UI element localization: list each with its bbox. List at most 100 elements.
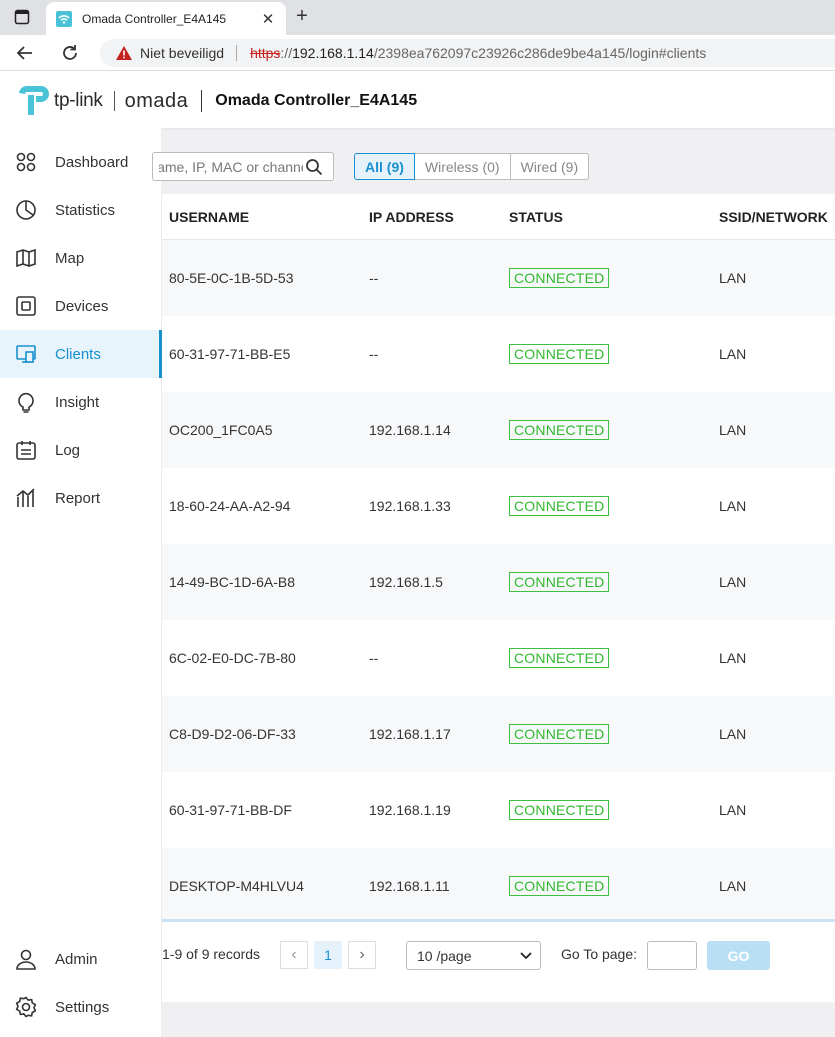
sidebar-item-admin[interactable]: Admin: [0, 935, 162, 983]
cell-username[interactable]: DESKTOP-M4HLVU4: [169, 878, 304, 894]
cell-ip: 192.168.1.5: [369, 574, 443, 590]
sidebar-item-report[interactable]: Report: [0, 474, 162, 522]
sidebar: Dashboard Statistics Map Devices Clients…: [0, 128, 162, 1037]
map-icon: [16, 248, 36, 268]
cell-username[interactable]: 14-49-BC-1D-6A-B8: [169, 574, 295, 590]
security-label[interactable]: Niet beveiligd: [140, 45, 224, 61]
sidebar-item-map[interactable]: Map: [0, 234, 162, 282]
device-icon: [16, 296, 36, 316]
warning-icon[interactable]: [115, 45, 133, 61]
close-tab-icon[interactable]: ✕: [260, 10, 276, 28]
dashboard-icon: [16, 152, 36, 172]
clients-toolbar: All (9) Wireless (0) Wired (9): [152, 128, 835, 194]
page-size-value: 10 /page: [417, 947, 472, 964]
filter-wired[interactable]: Wired (9): [510, 153, 590, 180]
cell-username[interactable]: 6C-02-E0-DC-7B-80: [169, 650, 296, 666]
status-badge: CONNECTED: [509, 496, 610, 516]
cell-ip: 192.168.1.14: [369, 422, 451, 438]
cell-status: CONNECTED: [509, 876, 610, 896]
gear-icon: [15, 996, 37, 1018]
cell-username[interactable]: C8-D9-D2-06-DF-33: [169, 726, 296, 742]
cell-ip: --: [369, 270, 379, 286]
url-scheme: https: [250, 45, 281, 61]
header-divider: [201, 90, 203, 112]
page-size-select[interactable]: 10 /page: [406, 941, 541, 970]
column-header-ip[interactable]: IP ADDRESS: [369, 209, 454, 225]
tp-link-logo-icon: [19, 85, 49, 115]
previous-page-button[interactable]: ‹: [280, 941, 308, 969]
cell-status: CONNECTED: [509, 420, 610, 440]
sidebar-item-label: Admin: [55, 950, 98, 968]
sidebar-item-statistics[interactable]: Statistics: [0, 186, 162, 234]
table-row[interactable]: 6C-02-E0-DC-7B-80 -- CONNECTED LAN: [162, 620, 835, 696]
sidebar-item-settings[interactable]: Settings: [0, 983, 162, 1031]
table-row[interactable]: 60-31-97-71-BB-E5 -- CONNECTED LAN: [162, 316, 835, 392]
cell-status: CONNECTED: [509, 572, 610, 592]
cell-ip: 192.168.1.19: [369, 802, 451, 818]
url-field[interactable]: Niet beveiligd https :// 192.168.1.14 /2…: [100, 39, 835, 67]
sidebar-item-label: Settings: [55, 998, 110, 1016]
cell-username[interactable]: 60-31-97-71-BB-DF: [169, 802, 292, 818]
cell-network: LAN: [719, 270, 747, 286]
clients-icon: [16, 345, 36, 363]
url-scheme-sep: ://: [280, 45, 293, 61]
cell-network: LAN: [719, 422, 747, 438]
table-row[interactable]: 14-49-BC-1D-6A-B8 192.168.1.5 CONNECTED LAN: [162, 544, 835, 620]
goto-page-label: Go To page:: [561, 946, 638, 962]
new-tab-icon[interactable]: +: [291, 6, 313, 28]
sidebar-item-dashboard[interactable]: Dashboard: [0, 138, 162, 186]
cell-username[interactable]: 80-5E-0C-1B-5D-53: [169, 270, 294, 286]
user-icon: [16, 949, 36, 970]
browser-tab[interactable]: Omada Controller_E4A145 ✕: [46, 2, 286, 35]
cell-ip: --: [369, 650, 379, 666]
cell-ip: 192.168.1.17: [369, 726, 451, 742]
sidebar-item-label: Dashboard: [55, 153, 129, 171]
browser-tab-bar: Omada Controller_E4A145 ✕ +: [0, 0, 835, 35]
wifi-favicon-icon: [56, 10, 72, 27]
table-row[interactable]: C8-D9-D2-06-DF-33 192.168.1.17 CONNECTED LA…: [162, 696, 835, 772]
cell-username[interactable]: 18-60-24-AA-A2-94: [169, 498, 290, 514]
search-icon[interactable]: [305, 158, 323, 176]
sidebar-item-label: Report: [55, 489, 101, 507]
url-path: /2398ea762097c23926c286de9be4a145/login#…: [373, 45, 707, 61]
reload-icon[interactable]: [59, 42, 81, 64]
clients-table: USERNAME IP ADDRESS STATUS SSID/NETWORK …: [162, 194, 835, 924]
cell-username[interactable]: 60-31-97-71-BB-E5: [169, 346, 290, 362]
status-badge: CONNECTED: [509, 344, 610, 364]
sidebar-item-label: Clients: [55, 345, 101, 363]
controller-name: Omada Controller_E4A145: [215, 92, 418, 109]
record-count: 1-9 of 9 records: [162, 946, 261, 962]
column-header-status[interactable]: STATUS: [509, 209, 563, 225]
filter-wireless[interactable]: Wireless (0): [414, 153, 511, 180]
filter-all[interactable]: All (9): [354, 153, 415, 180]
logo-divider: [113, 91, 115, 111]
sidebar-item-log[interactable]: Log: [0, 426, 162, 474]
next-page-button[interactable]: ›: [348, 941, 376, 969]
table-row[interactable]: 18-60-24-AA-A2-94 192.168.1.33 CONNECTED LA…: [162, 468, 835, 544]
table-row[interactable]: OC200_1FC0A5 192.168.1.14 CONNECTED LAN: [162, 392, 835, 468]
tab-actions-icon[interactable]: [14, 9, 30, 25]
status-badge: CONNECTED: [509, 724, 610, 744]
page-button-current[interactable]: 1: [314, 941, 342, 969]
app-header: tp-link omada Omada Controller_E4A145: [0, 71, 835, 128]
go-button[interactable]: GO: [707, 941, 770, 970]
column-header-username[interactable]: USERNAME: [169, 209, 249, 225]
sidebar-item-label: Map: [55, 249, 85, 267]
cell-username[interactable]: OC200_1FC0A5: [169, 422, 273, 438]
sidebar-item-devices[interactable]: Devices: [0, 282, 162, 330]
table-row[interactable]: DESKTOP-M4HLVU4 192.168.1.11 CONNECTED LAN: [162, 848, 835, 924]
table-row[interactable]: 80-5E-0C-1B-5D-53 -- CONNECTED LAN: [162, 240, 835, 316]
status-badge: CONNECTED: [509, 648, 610, 668]
table-row[interactable]: 60-31-97-71-BB-DF 192.168.1.19 CONNECTED LA…: [162, 772, 835, 848]
back-arrow-icon[interactable]: [14, 42, 36, 64]
search-input[interactable]: [153, 158, 303, 175]
logo[interactable]: tp-link omada Omada Controller_E4A145: [17, 85, 417, 117]
goto-page-input[interactable]: [647, 941, 697, 970]
column-header-network[interactable]: SSID/NETWORK: [719, 209, 828, 225]
search-box[interactable]: [152, 152, 334, 181]
status-badge: CONNECTED: [509, 572, 610, 592]
cell-network: LAN: [719, 726, 747, 742]
cell-status: CONNECTED: [509, 724, 610, 744]
sidebar-item-insight[interactable]: Insight: [0, 378, 162, 426]
sidebar-item-clients[interactable]: Clients: [0, 330, 162, 378]
